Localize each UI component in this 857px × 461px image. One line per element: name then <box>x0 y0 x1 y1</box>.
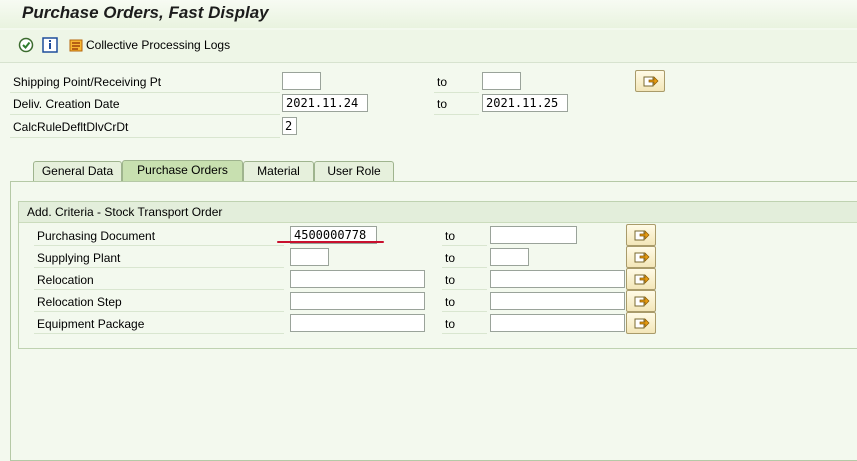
arrow-right-icon <box>634 230 650 241</box>
row-divider <box>34 311 284 312</box>
relocation-to-label: to <box>445 273 456 287</box>
tab-purchase-orders[interactable]: Purchase Orders <box>122 160 243 182</box>
arrow-right-icon <box>634 318 650 329</box>
equipment-package-to-input[interactable] <box>490 314 625 332</box>
calc-rule-input[interactable]: 2 <box>282 117 297 135</box>
execute-icon[interactable] <box>18 37 34 53</box>
purchasing-document-multiple-selection-button[interactable] <box>626 224 656 246</box>
calc-rule-label: CalcRuleDefltDlvCrDt <box>13 120 129 134</box>
relocation-step-to-input[interactable] <box>490 292 625 310</box>
row-divider <box>10 92 280 93</box>
relocation-step-from-input[interactable] <box>290 292 425 310</box>
row-divider <box>434 92 479 93</box>
delivery-creation-date-to-label: to <box>437 97 448 111</box>
row-divider <box>10 137 280 138</box>
equipment-package-from-input[interactable] <box>290 314 425 332</box>
group-title: Add. Criteria - Stock Transport Order <box>27 205 223 219</box>
shipping-point-label: Shipping Point/Receiving Pt <box>13 75 162 89</box>
row-divider <box>34 289 284 290</box>
row-divider <box>34 333 284 334</box>
relocation-label: Relocation <box>37 273 94 287</box>
row-divider <box>34 267 284 268</box>
application-toolbar: Collective Processing Logs <box>0 30 857 63</box>
relocation-step-to-label: to <box>445 295 456 309</box>
equipment-package-to-label: to <box>445 317 456 331</box>
title-bar: Purchase Orders, Fast Display <box>0 0 857 28</box>
logs-icon[interactable] <box>68 37 84 53</box>
group-header: Add. Criteria - Stock Transport Order <box>19 202 857 223</box>
arrow-right-icon <box>643 76 659 87</box>
supplying-plant-to-input[interactable] <box>490 248 529 266</box>
supplying-plant-label: Supplying Plant <box>37 251 121 265</box>
info-icon[interactable] <box>42 37 58 53</box>
shipping-point-from-input[interactable] <box>282 72 321 90</box>
shipping-point-to-label: to <box>437 75 448 89</box>
supplying-plant-to-label: to <box>445 251 456 265</box>
row-divider <box>442 311 487 312</box>
purchasing-document-label: Purchasing Document <box>37 229 156 243</box>
tab-strip: General Data Purchase Orders Material Us… <box>0 160 857 182</box>
collective-processing-logs-button[interactable]: Collective Processing Logs <box>86 38 230 52</box>
tab-user-role[interactable]: User Role <box>314 161 394 181</box>
supplying-plant-multiple-selection-button[interactable] <box>626 246 656 268</box>
arrow-right-icon <box>634 252 650 263</box>
row-divider <box>442 289 487 290</box>
multiple-selection-button[interactable] <box>635 70 665 92</box>
delivery-creation-date-label: Deliv. Creation Date <box>13 97 120 111</box>
highlight-underline <box>277 241 384 243</box>
row-divider <box>34 245 284 246</box>
relocation-multiple-selection-button[interactable] <box>626 268 656 290</box>
row-divider <box>442 267 487 268</box>
shipping-point-to-input[interactable] <box>482 72 521 90</box>
relocation-step-multiple-selection-button[interactable] <box>626 290 656 312</box>
tab-material[interactable]: Material <box>243 161 314 181</box>
arrow-right-icon <box>634 274 650 285</box>
relocation-from-input[interactable] <box>290 270 425 288</box>
row-divider <box>434 114 479 115</box>
arrow-right-icon <box>634 296 650 307</box>
relocation-to-input[interactable] <box>490 270 625 288</box>
row-divider <box>442 333 487 334</box>
equipment-package-multiple-selection-button[interactable] <box>626 312 656 334</box>
tab-general-data[interactable]: General Data <box>33 161 122 181</box>
delivery-creation-date-to-input[interactable]: 2021.11.25 <box>482 94 568 112</box>
supplying-plant-from-input[interactable] <box>290 248 329 266</box>
delivery-creation-date-from-input[interactable]: 2021.11.24 <box>282 94 368 112</box>
purchasing-document-to-input[interactable] <box>490 226 577 244</box>
page-title: Purchase Orders, Fast Display <box>22 3 269 22</box>
equipment-package-label: Equipment Package <box>37 317 145 331</box>
row-divider <box>10 114 280 115</box>
row-divider <box>442 245 487 246</box>
relocation-step-label: Relocation Step <box>37 295 122 309</box>
purchasing-document-to-label: to <box>445 229 456 243</box>
